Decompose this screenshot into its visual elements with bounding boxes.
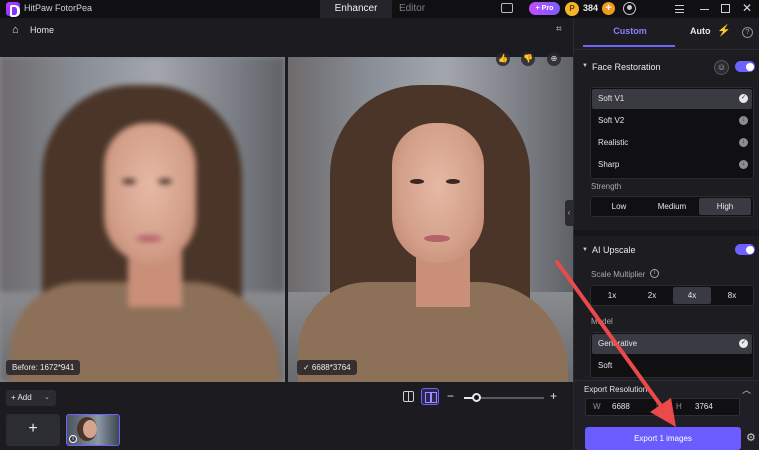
scale-option-1x[interactable]: 1x <box>593 287 631 304</box>
model-label: Model <box>591 317 613 326</box>
ai-upscale-toggle[interactable] <box>735 244 755 255</box>
height-key: H <box>676 402 682 411</box>
model-option[interactable]: Sharp <box>592 155 752 175</box>
active-tab-indicator <box>583 45 675 47</box>
zoom-out-button[interactable]: − <box>447 389 454 403</box>
check-icon: ✓ <box>739 339 748 348</box>
height-field[interactable]: H 3764 <box>668 398 740 416</box>
coin-icon: P <box>565 2 579 16</box>
collapse-caret-icon[interactable]: ▼ <box>582 247 588 253</box>
compare-divider[interactable] <box>285 57 288 382</box>
model-option[interactable]: Soft V2 <box>592 111 752 131</box>
thumbnail-face <box>83 420 97 438</box>
collapse-panel-button[interactable]: ‹ <box>565 200 573 226</box>
close-window-icon[interactable]: ✕ <box>742 1 752 15</box>
model-option[interactable]: Realistic <box>592 133 752 153</box>
download-icon[interactable]: ↓ <box>739 116 748 125</box>
export-resolution-label: Export Resolution <box>584 385 648 394</box>
user-account-icon[interactable] <box>623 2 636 15</box>
maximize-icon[interactable] <box>721 4 730 13</box>
gear-icon[interactable]: ⚙ <box>746 431 756 444</box>
face-restoration-title: Face Restoration <box>592 62 661 72</box>
thumbs-down-icon[interactable]: 👎 <box>521 52 535 66</box>
thumbs-up-icon[interactable]: 👍 <box>496 52 510 66</box>
model-option[interactable]: Generative <box>592 334 752 354</box>
app-title: HitPaw FotorPea <box>24 3 93 13</box>
zoom-in-icon[interactable]: ⊕ <box>547 52 561 66</box>
model-option[interactable]: Soft <box>592 356 752 376</box>
export-button[interactable]: Export 1 images <box>585 427 741 450</box>
scale-option-2x[interactable]: 2x <box>633 287 671 304</box>
minimize-icon[interactable] <box>700 9 709 10</box>
tab-editor[interactable]: Editor <box>392 0 432 18</box>
width-key: W <box>593 402 601 411</box>
strength-label: Strength <box>591 182 622 191</box>
section-divider <box>574 230 759 236</box>
crop-icon[interactable]: ⌗ <box>556 24 562 35</box>
menu-icon[interactable] <box>675 5 684 13</box>
chevron-up-icon[interactable]: ︿ <box>742 383 751 396</box>
zoom-in-button[interactable]: + <box>550 389 557 403</box>
model-option[interactable]: Soft V1 <box>592 89 752 109</box>
face-icon[interactable]: ☺ <box>714 60 729 75</box>
help-icon[interactable]: ? <box>742 27 753 38</box>
scale-option-8x[interactable]: 8x <box>713 287 751 304</box>
scale-multiplier-label: Scale Multiplier <box>591 270 646 279</box>
zoom-slider-thumb[interactable] <box>472 393 481 402</box>
tab-enhancer[interactable]: Enhancer <box>320 0 392 18</box>
width-value: 6688 <box>612 402 630 411</box>
strength-option-medium[interactable]: Medium <box>646 198 698 215</box>
buy-coins-button[interactable]: + <box>602 2 615 15</box>
ai-upscale-title: AI Upscale <box>592 245 636 255</box>
collapse-caret-icon[interactable]: ▼ <box>582 63 588 69</box>
download-icon[interactable]: ↓ <box>739 138 748 147</box>
lightning-icon: ⚡ <box>717 25 731 37</box>
divider <box>573 49 759 50</box>
height-value: 3764 <box>695 402 713 411</box>
pro-upgrade-button[interactable]: + Pro <box>529 2 560 15</box>
after-image <box>288 57 573 382</box>
before-image <box>0 57 285 382</box>
tab-custom[interactable]: Custom <box>584 26 676 44</box>
coin-count: 384 <box>583 3 599 13</box>
info-icon[interactable]: i <box>650 269 659 278</box>
face-restoration-toggle[interactable] <box>735 61 755 72</box>
app-logo-icon <box>6 2 20 17</box>
home-link[interactable]: Home <box>30 25 54 35</box>
strength-option-high[interactable]: High <box>699 198 751 215</box>
split-view-icon[interactable] <box>421 388 439 405</box>
home-icon[interactable]: ⌂ <box>12 24 19 36</box>
sub-header <box>0 18 573 42</box>
check-icon: ✓ <box>739 94 748 103</box>
download-icon[interactable]: ↓ <box>739 160 748 169</box>
width-field[interactable]: W 6688 <box>585 398 657 416</box>
tab-auto[interactable]: Auto <box>690 26 711 36</box>
strength-option-low[interactable]: Low <box>593 198 645 215</box>
info-icon[interactable]: i <box>69 435 77 443</box>
message-icon[interactable] <box>501 3 513 13</box>
add-image-tile[interactable]: + <box>6 414 60 446</box>
before-resolution-label: Before: 1672*941 <box>6 360 81 375</box>
compare-view-icon[interactable] <box>403 391 414 402</box>
chevron-down-icon[interactable]: ⌄ <box>44 390 50 406</box>
scale-option-4x[interactable]: 4x <box>673 287 711 304</box>
after-resolution-label: ✓ 6688*3764 <box>297 360 357 375</box>
